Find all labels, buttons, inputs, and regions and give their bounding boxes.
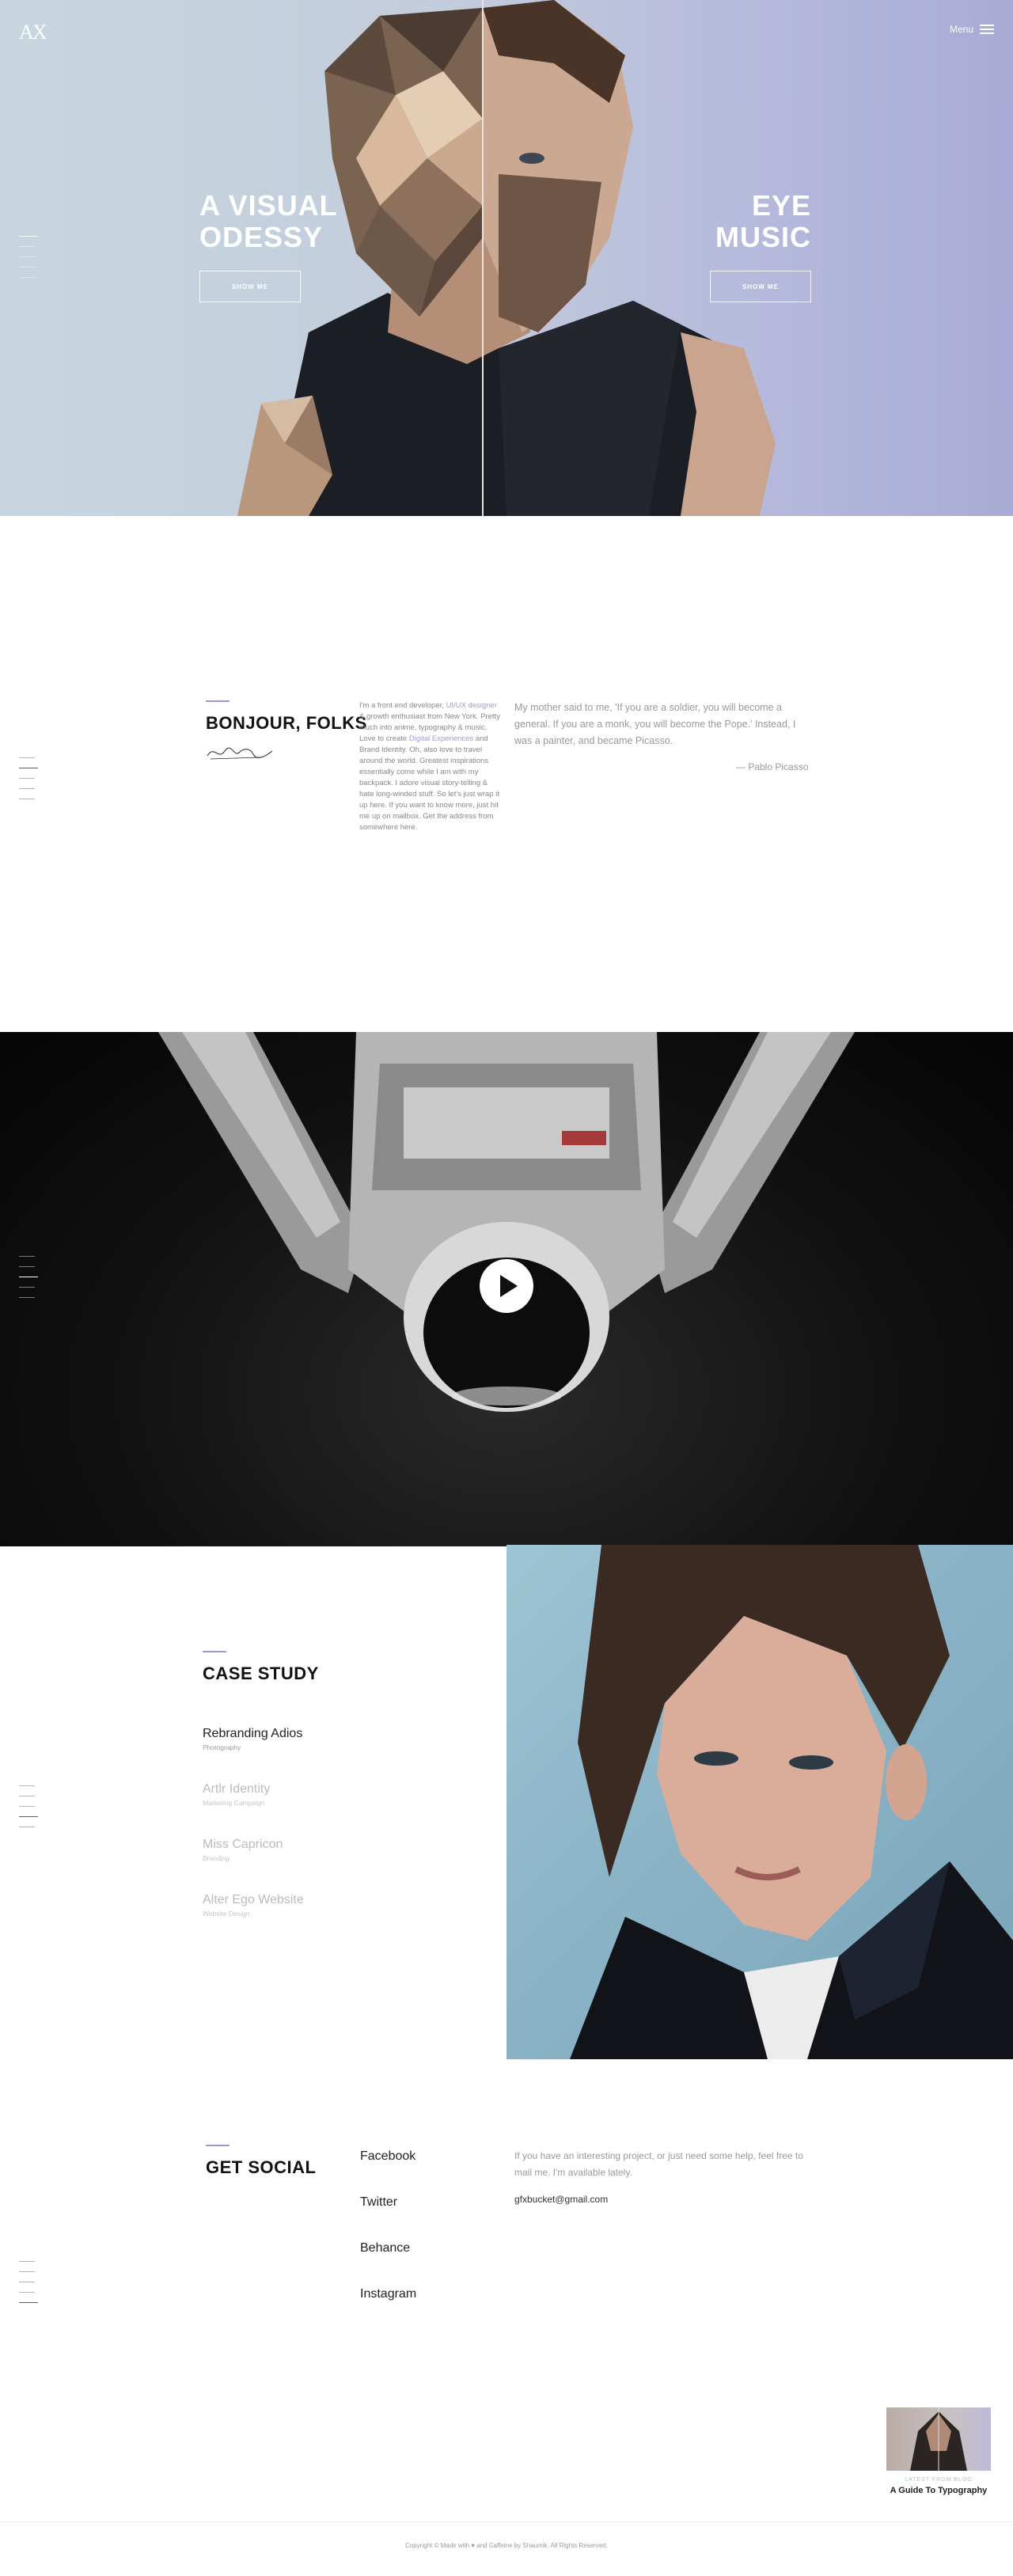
nav-dot[interactable]: [19, 2302, 38, 2303]
nav-dot[interactable]: [19, 1287, 35, 1288]
case-study-portrait-image: [506, 1545, 1013, 2059]
behance-link[interactable]: Behance: [360, 2241, 416, 2287]
case-study-title: Rebranding Adios: [203, 1727, 303, 1740]
case-study-title: Artlr Identity: [203, 1782, 271, 1796]
hero-right-block: EYE MUSIC SHOW ME: [710, 190, 811, 302]
nav-dot[interactable]: [19, 277, 35, 278]
nav-dot[interactable]: [19, 788, 35, 789]
nav-dot[interactable]: [19, 2261, 35, 2262]
social-heading-block: GET SOCIAL: [206, 2145, 316, 2178]
case-study-heading-block: CASE STUDY: [203, 1651, 319, 1684]
nav-dot[interactable]: [19, 757, 35, 758]
case-study-subtitle: Branding: [203, 1854, 230, 1862]
hero-section: AX Menu A VISUAL ODESSY SHOW ME EYE MUSI…: [0, 0, 1013, 516]
instagram-link[interactable]: Instagram: [360, 2287, 416, 2333]
show-me-right-button[interactable]: SHOW ME: [710, 271, 811, 302]
show-me-left-button[interactable]: SHOW ME: [199, 271, 301, 302]
case-study-item[interactable]: Artlr Identity Marketing Campaign: [203, 1782, 304, 1838]
nav-dot[interactable]: [19, 1256, 35, 1257]
hero-left-title: A VISUAL ODESSY: [199, 190, 338, 253]
latest-blog-card[interactable]: LATEST FROM BLOG A Guide To Typography: [886, 2407, 991, 2495]
facebook-link[interactable]: Facebook: [360, 2149, 416, 2195]
nav-dot[interactable]: [19, 236, 38, 237]
digital-experiences-link[interactable]: Digital Experiences: [409, 734, 473, 743]
about-section: [0, 516, 1013, 1032]
nav-dot[interactable]: [19, 2271, 35, 2272]
case-study-item[interactable]: Alter Ego Website Website Design: [203, 1893, 304, 1948]
social-section: [0, 2061, 1013, 2538]
play-video-button[interactable]: [480, 1259, 533, 1313]
hero-left-title-line1: A VISUAL: [199, 189, 338, 222]
hero-right-title-line2: MUSIC: [715, 221, 811, 253]
case-study-title: Miss Capricon: [203, 1838, 283, 1851]
accent-divider: [206, 2145, 230, 2146]
contact-text: If you have an interesting project, or j…: [514, 2150, 803, 2178]
case-study-subtitle: Photography: [203, 1743, 241, 1751]
hamburger-icon: [980, 25, 994, 34]
case-study-subtitle: Website Design: [203, 1910, 250, 1918]
play-icon: [500, 1275, 518, 1297]
blog-label: LATEST FROM BLOG: [905, 2477, 973, 2483]
blog-thumbnail-image: [886, 2407, 991, 2471]
hero-right-title: EYE MUSIC: [710, 190, 811, 253]
social-heading: GET SOCIAL: [206, 2157, 317, 2177]
nav-dot[interactable]: [19, 246, 35, 247]
case-study-heading: CASE STUDY: [203, 1664, 319, 1683]
nav-dot[interactable]: [19, 2292, 35, 2293]
site-logo[interactable]: AX: [19, 21, 47, 44]
twitter-link[interactable]: Twitter: [360, 2195, 416, 2241]
about-text-part: I'm a front end developer,: [359, 701, 444, 710]
blog-title: A Guide To Typography: [890, 2486, 988, 2495]
picasso-quote: My mother said to me, 'If you are a sold…: [514, 702, 796, 746]
hero-left-title-line2: ODESSY: [199, 221, 324, 253]
case-study-title: Alter Ego Website: [203, 1893, 304, 1906]
case-study-list: Rebranding Adios Photography Artlr Ident…: [203, 1727, 304, 1948]
section-dot-nav[interactable]: [19, 236, 38, 278]
footer-copyright: Copyright © Made with ♥ and Caffeine by …: [405, 2542, 608, 2549]
quote-author: — Pablo Picasso: [736, 761, 809, 772]
social-links-list: Facebook Twitter Behance Instagram: [360, 2149, 416, 2333]
menu-label: Menu: [949, 24, 973, 35]
nav-dot[interactable]: [19, 1297, 35, 1298]
section-dot-nav[interactable]: [19, 1785, 38, 1827]
signature-image: [207, 747, 273, 760]
nav-dot[interactable]: [19, 778, 35, 779]
hero-right-title-line1: EYE: [751, 189, 811, 222]
hero-left-block: A VISUAL ODESSY SHOW ME: [199, 190, 338, 302]
nav-dot[interactable]: [19, 1785, 35, 1786]
about-heading-block: BONJOUR, FOLKS: [206, 700, 367, 762]
nav-dot[interactable]: [19, 256, 35, 257]
about-heading: BONJOUR, FOLKS: [206, 713, 367, 733]
case-study-item[interactable]: Miss Capricon Branding: [203, 1838, 304, 1893]
about-paragraph: I'm a front end developer, UI/UX designe…: [359, 700, 500, 833]
nav-dot[interactable]: [19, 1266, 35, 1267]
nav-dot[interactable]: [19, 1816, 38, 1817]
footer-divider: [0, 2521, 1013, 2522]
section-dot-nav[interactable]: [19, 2261, 38, 2303]
accent-divider: [206, 700, 230, 702]
section-dot-nav[interactable]: [19, 1256, 38, 1298]
section-dot-nav[interactable]: [19, 757, 38, 799]
menu-button[interactable]: Menu: [950, 24, 994, 35]
about-text-part: and Brand Identity. Oh, also love to tra…: [359, 734, 499, 832]
accent-divider: [203, 1651, 226, 1652]
nav-dot[interactable]: [19, 1806, 35, 1807]
case-study-subtitle: Marketing Campaign: [203, 1799, 265, 1807]
uiux-designer-link[interactable]: UI/UX designer: [446, 701, 497, 710]
contact-email-link[interactable]: gfxbucket@gmail.com: [514, 2194, 608, 2205]
case-study-item[interactable]: Rebranding Adios Photography: [203, 1727, 304, 1782]
